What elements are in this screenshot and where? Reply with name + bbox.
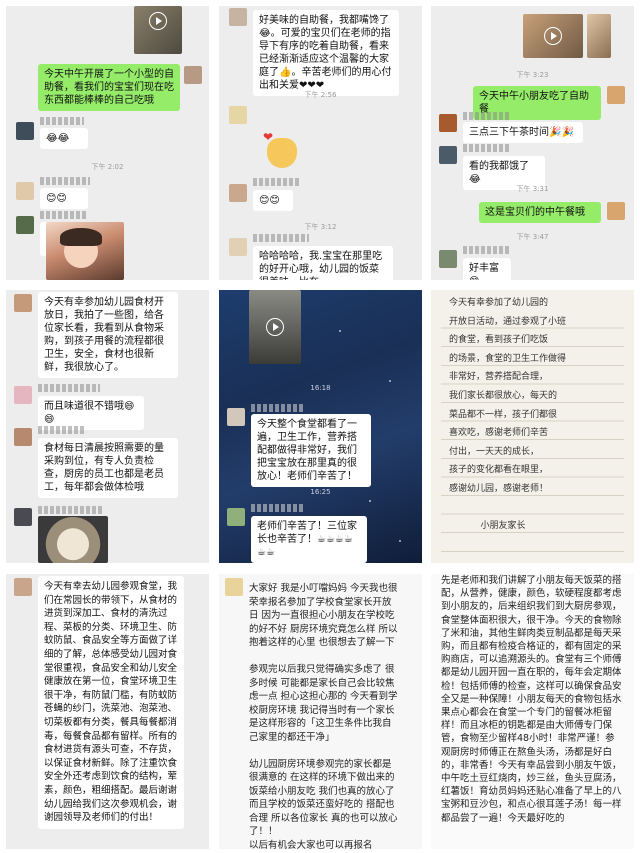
message-bubble[interactable]: 这是宝贝们的中午餐哦 bbox=[479, 202, 601, 223]
video-thumbnail[interactable] bbox=[523, 14, 583, 58]
sender-nickname bbox=[251, 404, 305, 412]
video-thumbnail[interactable] bbox=[249, 290, 301, 364]
star bbox=[389, 380, 391, 382]
sender-nickname bbox=[38, 506, 102, 514]
sender-nickname bbox=[463, 144, 511, 152]
avatar[interactable] bbox=[14, 428, 32, 446]
sender-nickname bbox=[253, 178, 301, 186]
child-hair bbox=[60, 228, 102, 246]
heart-hand-sticker[interactable]: ❤ bbox=[255, 124, 301, 170]
avatar[interactable] bbox=[16, 182, 34, 200]
chat-panel-4: 今天有幸参加幼儿园食材开放日，我拍了一些图，给各位家长看，我看到从食物采购，到孩… bbox=[6, 290, 209, 563]
message-bubble[interactable]: 食材每日清晨按照需要的量采购到位，有专人负责检查，厨房的员工也都是老员工，每年都… bbox=[38, 438, 178, 498]
message-bubble[interactable]: 好美味的自助餐，我都嘴馋了😂。可爱的宝贝们在老师的指导下有序的吃着自助餐，看来已… bbox=[253, 10, 399, 96]
avatar[interactable] bbox=[14, 508, 32, 526]
avatar[interactable] bbox=[229, 238, 247, 256]
play-icon[interactable] bbox=[149, 12, 167, 30]
avatar[interactable] bbox=[227, 508, 245, 526]
message-bubble[interactable]: 今天有幸去幼儿园参观食堂，我们在常园长的带领下，从食材的进货到深加工、食材的清洗… bbox=[38, 576, 184, 829]
sender-nickname bbox=[463, 246, 511, 254]
shared-photo-soup[interactable] bbox=[38, 516, 108, 563]
chat-panel-8: 大家好 我是小叮噹妈妈 今天我也很荣幸报名参加了学校食堂家长开放日 因为一直很担… bbox=[219, 574, 422, 849]
avatar[interactable] bbox=[14, 578, 32, 596]
avatar[interactable] bbox=[439, 146, 457, 164]
message-bubble[interactable]: 而且味道很不错哦😄😄 bbox=[38, 396, 144, 430]
avatar[interactable] bbox=[439, 250, 457, 268]
timestamp: 下午 2:56 bbox=[304, 91, 337, 99]
avatar[interactable] bbox=[16, 122, 34, 140]
avatar[interactable] bbox=[184, 66, 202, 84]
chat-panel-9: 先是老师和我们讲解了小朋友每天饭菜的搭配，从营养，健康，颜色，软硬程度都考虑到小… bbox=[431, 574, 634, 849]
avatar[interactable] bbox=[607, 86, 625, 104]
handwritten-letter-panel: 今天有幸参加了幼儿园的 开放日活动，通过参观了小班 的食堂，看到孩子们吃饭 的场… bbox=[431, 290, 634, 563]
avatar[interactable] bbox=[607, 202, 625, 220]
message-bubble[interactable]: 哈哈哈哈，我.宝宝在那里吃的好开心哦，幼儿园的饭菜很美味，比在 bbox=[253, 246, 393, 280]
timestamp: 下午 2:02 bbox=[91, 163, 124, 171]
chat-panel-5: 16:18 今天整个食堂都看了一遍，卫生工作，营养搭配都做得非常好，我们把宝宝放… bbox=[219, 290, 422, 563]
avatar[interactable] bbox=[14, 386, 32, 404]
timestamp: 下午 3:23 bbox=[516, 71, 549, 79]
message-bubble[interactable]: 😂😂 bbox=[40, 128, 88, 149]
message-bubble[interactable]: 😊😊 bbox=[40, 188, 88, 209]
star bbox=[339, 330, 341, 332]
play-icon[interactable] bbox=[544, 27, 562, 45]
avatar[interactable] bbox=[229, 8, 247, 26]
chat-panel-3: 下午 3:23 今天中午小朋友吃了自助餐 三点三下午茶时间🎉🎉 看的我都饿了😂 … bbox=[431, 6, 634, 280]
timestamp: 16:18 bbox=[310, 384, 331, 392]
sender-nickname bbox=[40, 117, 84, 125]
video-thumbnail[interactable] bbox=[134, 6, 182, 54]
chat-panel-7: 今天有幸去幼儿园参观食堂，我们在常园长的带领下，从食材的进货到深加工、食材的清洗… bbox=[6, 574, 209, 849]
message-text: 大家好 我是小叮噹妈妈 今天我也很荣幸报名参加了学校食堂家长开放日 因为一直很担… bbox=[249, 583, 398, 849]
sender-nickname bbox=[463, 112, 511, 120]
avatar[interactable] bbox=[439, 114, 457, 132]
timestamp: 下午 3:12 bbox=[304, 223, 337, 231]
message-bubble[interactable]: 好丰富😊 bbox=[463, 258, 511, 280]
message-bubble[interactable]: 今天整个食堂都看了一遍，卫生工作，营养搭配都做得非常好，我们把宝宝放在那里真的很… bbox=[251, 414, 371, 487]
chat-panel-2: 好美味的自助餐，我都嘴馋了😂。可爱的宝贝们在老师的指导下有序的吃着自助餐，看来已… bbox=[219, 6, 422, 280]
timestamp: 下午 3:47 bbox=[516, 233, 549, 241]
message-bubble[interactable]: 三点三下午茶时间🎉🎉 bbox=[463, 122, 583, 143]
avatar[interactable] bbox=[227, 408, 245, 426]
sender-nickname bbox=[253, 234, 309, 242]
chat-panel-1: 今天中午开展了一个小型的自助餐，看我们的宝宝们现在吃东西都能棒棒的自己吃哦 😂😂… bbox=[6, 6, 209, 280]
message-bubble[interactable]: 老师们辛苦了！三位家长也辛苦了！☕☕☕☕☕☕ bbox=[251, 516, 367, 563]
hand-icon bbox=[267, 138, 297, 168]
message-bubble[interactable]: 今天有幸参加幼儿园食材开放日，我拍了一些图，给各位家长看，我看到从食物采购，到孩… bbox=[38, 292, 178, 378]
star bbox=[369, 500, 371, 502]
timestamp: 16:25 bbox=[310, 488, 331, 496]
sender-nickname bbox=[38, 426, 86, 434]
message-bubble[interactable]: 今天中午开展了一个小型的自助餐，看我们的宝宝们现在吃东西都能棒棒的自己吃哦 bbox=[38, 64, 180, 111]
avatar[interactable] bbox=[225, 578, 243, 596]
message-text: 先是老师和我们讲解了小朋友每天饭菜的搭配，从营养，健康，颜色，软硬程度都考虑到小… bbox=[441, 575, 622, 824]
photo-thumbnail[interactable] bbox=[587, 14, 611, 58]
timestamp: 下午 3:31 bbox=[516, 185, 549, 193]
avatar[interactable] bbox=[16, 216, 34, 234]
play-icon[interactable] bbox=[266, 318, 284, 336]
avatar[interactable] bbox=[14, 294, 32, 312]
shared-photo-child[interactable] bbox=[46, 222, 124, 280]
star bbox=[399, 540, 401, 542]
avatar[interactable] bbox=[229, 106, 247, 124]
sender-nickname bbox=[251, 504, 305, 512]
sender-nickname bbox=[40, 177, 90, 185]
avatar[interactable] bbox=[229, 184, 247, 202]
sender-nickname bbox=[40, 211, 88, 219]
sender-nickname bbox=[38, 384, 100, 392]
handwritten-letter: 今天有幸参加了幼儿园的 开放日活动，通过参观了小班 的食堂，看到孩子们吃饭 的场… bbox=[449, 298, 567, 532]
message-bubble[interactable]: 😊😊 bbox=[253, 190, 293, 211]
